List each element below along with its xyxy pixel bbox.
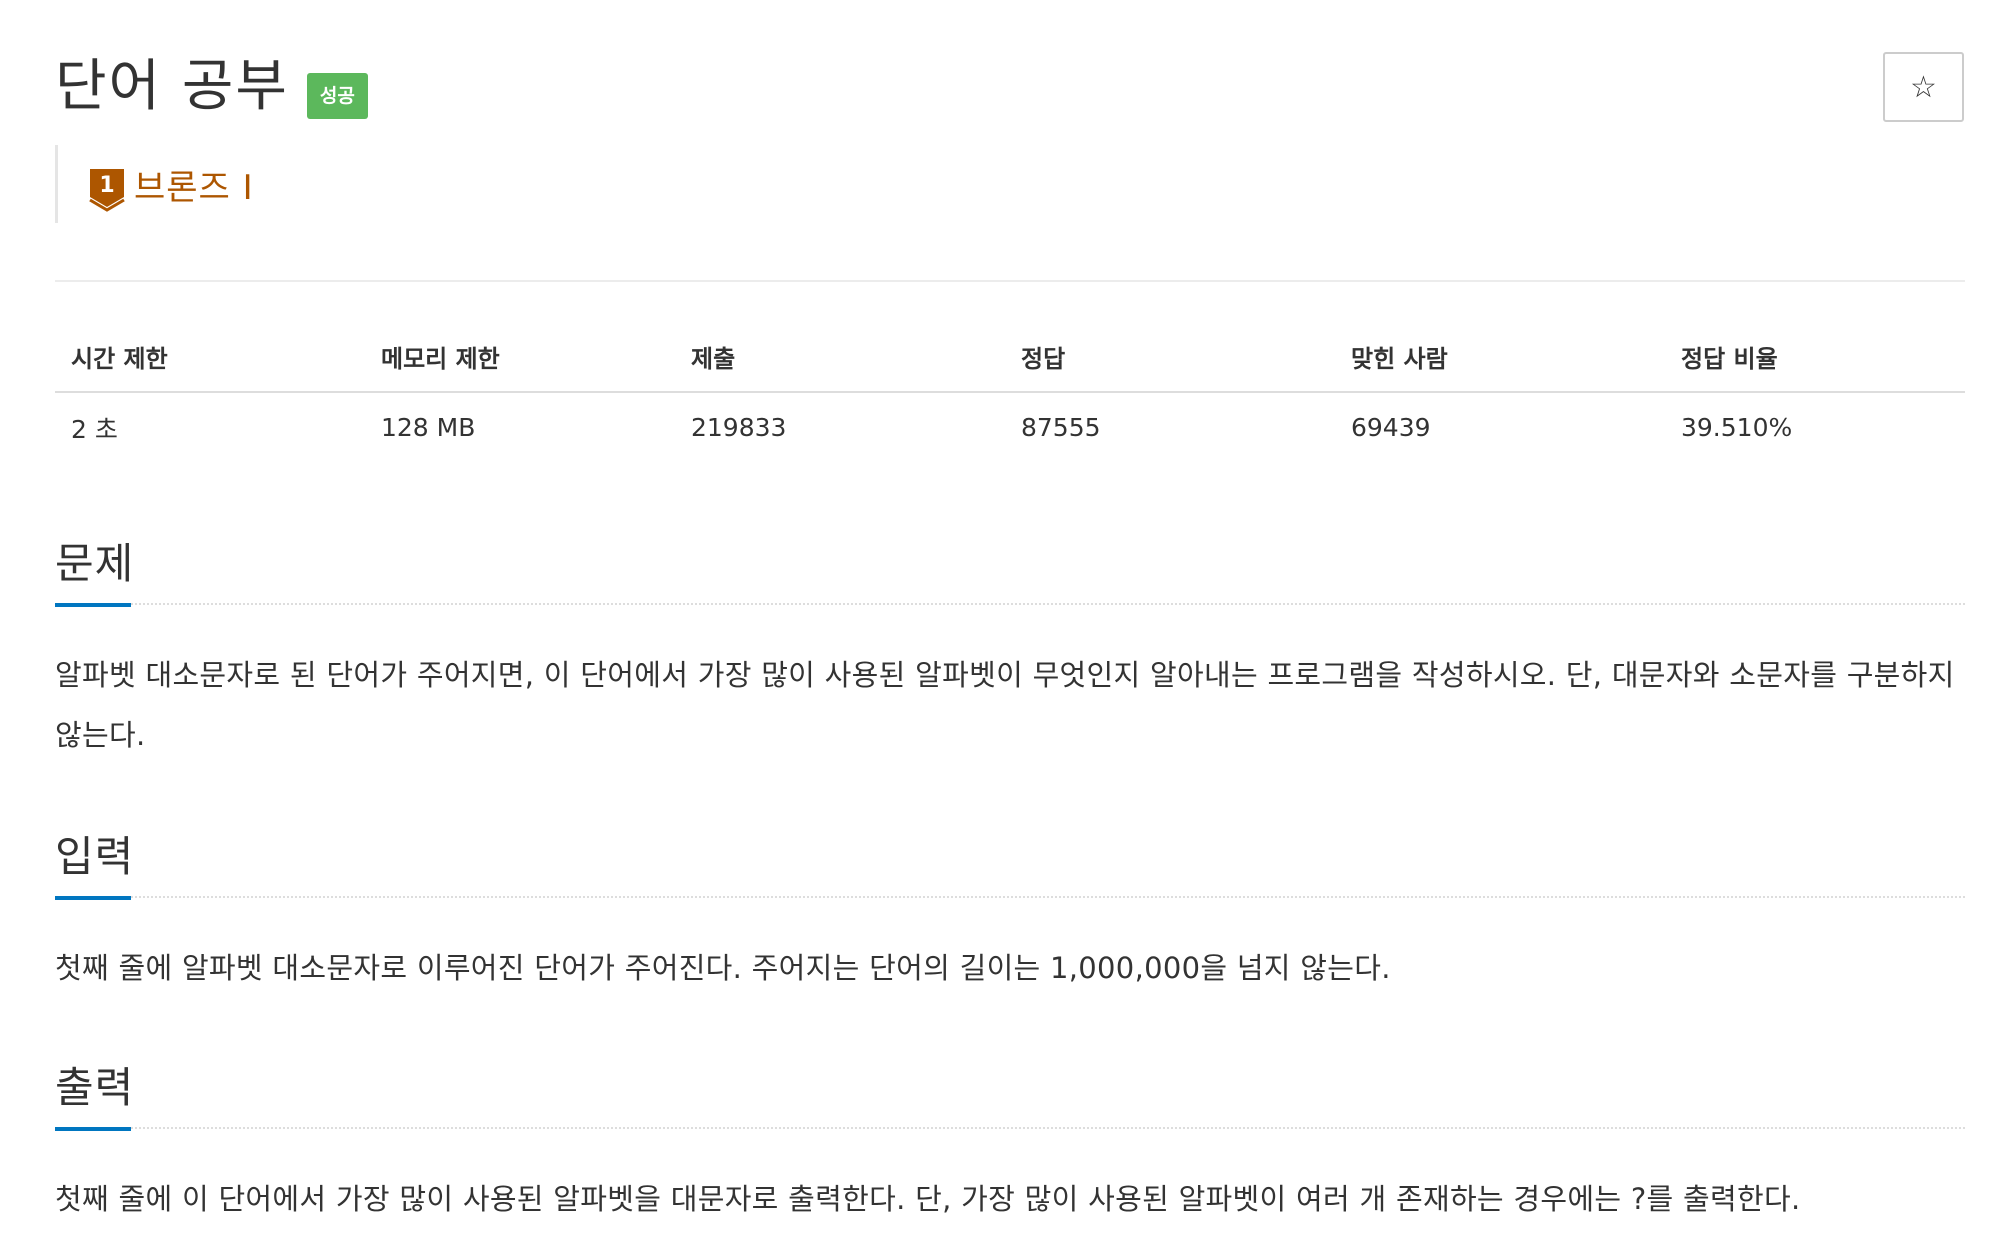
section-heading-output: 출력 [55,1063,135,1112]
info-value-row: 2 초 128 MB 219833 87555 69439 39.510% [55,392,1965,462]
header-time-limit: 시간 제한 [55,322,365,393]
section-header: 문제 [55,525,1965,607]
value-accept-ratio: 39.510% [1681,413,1793,442]
favorite-star-button[interactable]: ☆ [1883,52,1964,122]
section-header: 입력 [55,818,1965,900]
problem-title: 단어 공부 [55,54,289,119]
section-header: 출력 [55,1049,1965,1131]
header-accepted: 정답 [1005,322,1335,393]
header-accept-ratio: 정답 비율 [1665,322,1965,393]
svg-text:1: 1 [99,173,114,198]
section-heading-problem: 문제 [55,539,135,588]
info-header-row: 시간 제한 메모리 제한 제출 정답 맞힌 사람 정답 비율 [55,322,1965,393]
divider [55,280,1965,282]
status-badge: 성공 [306,73,368,119]
star-icon: ☆ [1910,69,1937,105]
section-divider [55,896,1965,898]
value-memory-limit: 128 MB [381,413,476,442]
section-underline [55,603,131,607]
title-row: 단어 공부 성공 [55,52,368,122]
input-section: 입력 첫째 줄에 알파벳 대소문자로 이루어진 단어가 주어진다. 주어지는 단… [55,818,1965,998]
value-time-limit: 2 초 [71,414,118,444]
output-description: 첫째 줄에 이 단어에서 가장 많이 사용된 알파벳을 대문자로 출력한다. 단… [55,1182,1801,1216]
bronze-tier-icon: 1 [89,169,125,212]
header-memory-limit: 메모리 제한 [365,322,675,393]
section-divider [55,1127,1965,1129]
value-accepted: 87555 [1021,413,1101,442]
value-solved-users[interactable]: 69439 [1335,392,1665,462]
problem-description: 알파벳 대소문자로 된 단어가 주어지면, 이 단어에서 가장 많이 사용된 알… [55,658,1955,752]
section-underline [55,896,131,900]
problem-page: 단어 공부 성공 ☆ 1 브론즈 I 시간 제한 메모리 제한 제출 정답 맞힌… [55,0,1965,1259]
value-submissions[interactable]: 219833 [675,392,1005,462]
tier-box: 1 브론즈 I [55,145,254,223]
section-divider [55,603,1965,605]
header-solved-users: 맞힌 사람 [1335,322,1665,393]
tier-label[interactable]: 브론즈 I [134,160,254,209]
output-section: 출력 첫째 줄에 이 단어에서 가장 많이 사용된 알파벳을 대문자로 출력한다… [55,1049,1965,1229]
header-submissions: 제출 [675,322,1005,393]
input-description: 첫째 줄에 알파벳 대소문자로 이루어진 단어가 주어진다. 주어지는 단어의 … [55,951,1391,985]
problem-info-table: 시간 제한 메모리 제한 제출 정답 맞힌 사람 정답 비율 2 초 128 M… [55,322,1965,462]
problem-section: 문제 알파벳 대소문자로 된 단어가 주어지면, 이 단어에서 가장 많이 사용… [55,525,1965,765]
section-underline [55,1127,131,1131]
section-heading-input: 입력 [55,832,135,881]
